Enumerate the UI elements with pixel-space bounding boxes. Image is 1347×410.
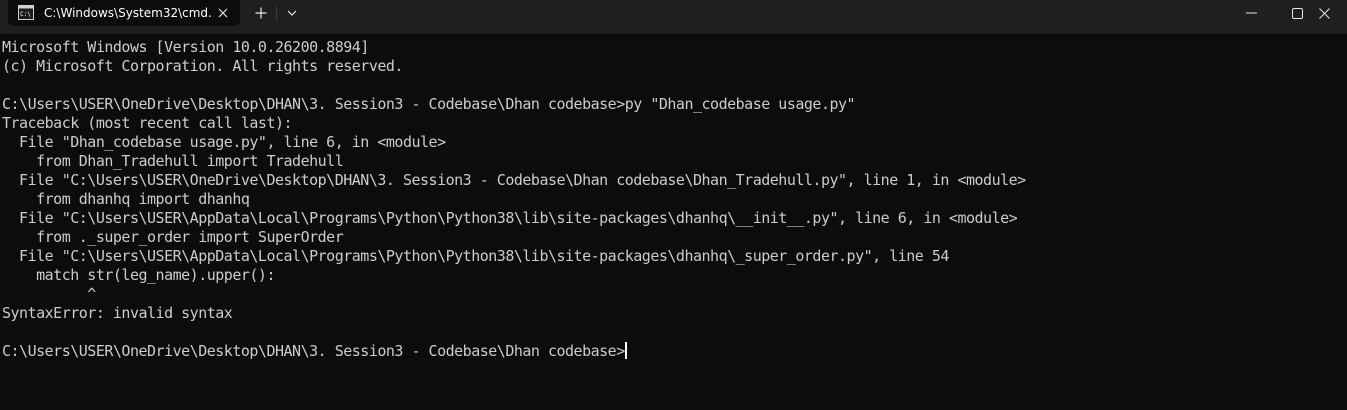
console-line: (c) Microsoft Corporation. All rights re… <box>2 57 403 75</box>
console-icon: C:\ <box>18 5 34 20</box>
close-icon[interactable] <box>1301 0 1347 26</box>
plus-icon[interactable] <box>250 3 272 23</box>
console-output[interactable]: Microsoft Windows [Version 10.0.26200.88… <box>0 34 1347 410</box>
terminal-window: C:\ C:\Windows\System32\cmd.e Microsoft … <box>0 0 1347 410</box>
console-line: C:\Users\USER\OneDrive\Desktop\DHAN\3. S… <box>2 95 856 113</box>
console-line: ^ <box>2 285 96 303</box>
console-line: File "C:\Users\USER\AppData\Local\Progra… <box>2 247 949 265</box>
prompt-text: C:\Users\USER\OneDrive\Desktop\DHAN\3. S… <box>2 342 625 360</box>
console-line: File "C:\Users\USER\AppData\Local\Progra… <box>2 209 1018 227</box>
tab-separator <box>276 6 277 20</box>
console-line: from ._super_order import SuperOrder <box>2 228 344 246</box>
console-line: File "C:\Users\USER\OneDrive\Desktop\DHA… <box>2 171 1026 189</box>
console-line: from dhanhq import dhanhq <box>2 190 250 208</box>
console-line: match str(leg_name).upper(): <box>2 266 275 284</box>
tab-cmd[interactable]: C:\ C:\Windows\System32\cmd.e <box>8 0 240 26</box>
title-bar[interactable]: C:\ C:\Windows\System32\cmd.e <box>0 0 1347 34</box>
console-line: SyntaxError: invalid syntax <box>2 304 233 322</box>
close-icon[interactable] <box>214 4 232 22</box>
console-line: from Dhan_Tradehull import Tradehull <box>2 152 344 170</box>
text-cursor <box>624 342 627 359</box>
console-line: Microsoft Windows [Version 10.0.26200.88… <box>2 38 369 56</box>
command-prompt[interactable]: C:\Users\USER\OneDrive\Desktop\DHAN\3. S… <box>2 342 1026 361</box>
console-line: File "Dhan_codebase usage.py", line 6, i… <box>2 133 446 151</box>
chevron-down-icon[interactable] <box>282 3 302 23</box>
tab-title: C:\Windows\System32\cmd.e <box>44 6 212 20</box>
console-text: Microsoft Windows [Version 10.0.26200.88… <box>2 38 1026 361</box>
svg-text:C:\: C:\ <box>20 11 31 18</box>
console-line: Traceback (most recent call last): <box>2 114 293 132</box>
minimize-icon[interactable] <box>1228 0 1274 26</box>
